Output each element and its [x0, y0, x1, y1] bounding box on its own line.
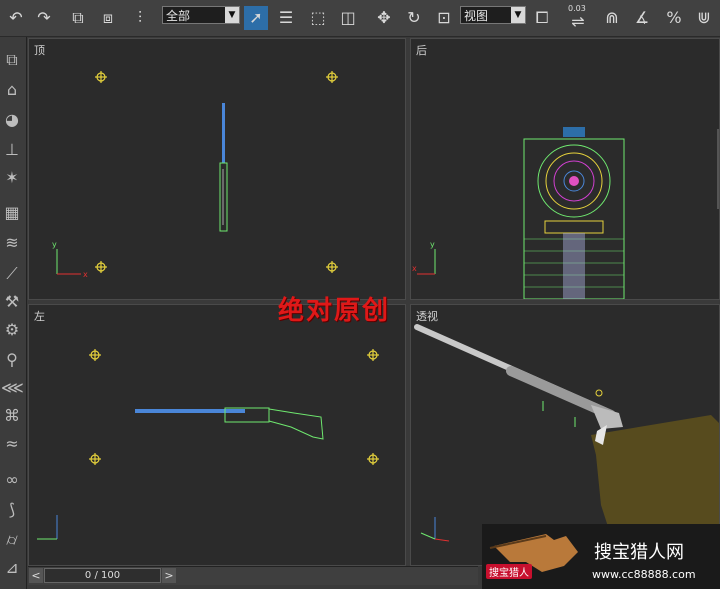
snap-toggle-icon[interactable]: ⋒ [600, 6, 624, 30]
modify-icon[interactable]: ⌂ [1, 79, 23, 101]
reference-coordinate-dropdown[interactable]: 视图 ▼ [460, 6, 526, 24]
select-by-name-icon[interactable]: ☰ [274, 6, 298, 30]
create-icon[interactable]: ⧉ [1, 49, 23, 71]
hammer-icon[interactable]: ⚒ [1, 291, 23, 313]
spinner-snap-icon[interactable]: ⋓ [692, 6, 716, 30]
viewport-top[interactable]: 顶 y x [28, 38, 406, 300]
chevron-down-icon: ▼ [225, 7, 239, 23]
bend-icon[interactable]: ⟆ [1, 499, 23, 521]
svg-text:x: x [83, 270, 88, 279]
selection-filter-value: 全部 [166, 9, 191, 23]
viewport-back[interactable]: 后 y x [410, 38, 720, 300]
time-slider-thumb[interactable]: 0 / 100 [44, 568, 161, 583]
svg-text:x: x [412, 264, 417, 273]
spring-icon[interactable]: ≋ [1, 232, 23, 254]
top-view-scene: y x [52, 71, 338, 279]
back-view-scene: y x [412, 127, 719, 299]
move-icon[interactable]: ✥ [372, 6, 396, 30]
main-toolbar: ↶ ↷ ⧉ ⧈ ⫶ 全部 ▼ ➚ ☰ ⬚ ◫ ✥ ↻ ⊡ 视图 ▼ ⧠ 0.03… [0, 0, 720, 37]
wing-icon[interactable]: ⋘ [1, 377, 24, 399]
logo-badge: 搜宝猎人 [486, 564, 532, 579]
select-manipulate-icon[interactable]: ⇌ [566, 10, 590, 34]
redo-icon[interactable]: ↷ [32, 6, 56, 30]
unlink-selection-icon[interactable]: ⧈ [96, 6, 120, 30]
viewport-left[interactable]: 左 [28, 304, 406, 566]
wave-icon[interactable]: ≈ [1, 433, 23, 455]
selection-filter-dropdown[interactable]: 全部 ▼ [162, 6, 240, 24]
svg-text:y: y [52, 240, 57, 249]
select-object-icon[interactable]: ➚ [244, 6, 268, 30]
gear-icon[interactable]: ⚙ [1, 319, 23, 341]
twist-icon[interactable]: ∞ [1, 469, 23, 491]
chevron-down-icon: ▼ [511, 7, 525, 23]
prev-frame-icon[interactable]: < [29, 568, 43, 583]
display-icon[interactable]: ✶ [1, 167, 23, 189]
hierarchy-icon[interactable]: ◕ [1, 109, 23, 131]
watermark-text: 绝对原创 [278, 296, 391, 326]
window-crossing-icon[interactable]: ◫ [336, 6, 360, 30]
scale-icon[interactable]: ⊡ [432, 6, 456, 30]
rotate-icon[interactable]: ↻ [402, 6, 426, 30]
select-and-link-icon[interactable]: ⧉ [66, 6, 90, 30]
logo-url: www.cc88888.com [592, 568, 696, 581]
brush-icon[interactable]: ⟋ [1, 263, 23, 285]
angle-snap-icon[interactable]: ∡ [630, 6, 654, 30]
percent-snap-icon[interactable]: % [662, 6, 686, 30]
bind-to-space-warp-icon[interactable]: ⫶ [128, 6, 152, 30]
mesh-icon[interactable]: ⌘ [1, 405, 23, 427]
undo-icon[interactable]: ↶ [4, 6, 28, 30]
cylinder-icon[interactable]: ⌭ [1, 529, 23, 551]
motion-icon[interactable]: ⊥ [1, 139, 23, 161]
joint-icon[interactable]: ⚲ [1, 349, 23, 371]
svg-text:y: y [430, 240, 435, 249]
time-slider[interactable]: < 0 / 100 > [28, 566, 478, 585]
rectangular-selection-icon[interactable]: ⬚ [306, 6, 330, 30]
left-view-scene [37, 349, 379, 540]
site-logo: 搜宝猎人 搜宝猎人网 www.cc88888.com [482, 524, 720, 589]
pivot-point-icon[interactable]: ⧠ [530, 6, 554, 30]
next-frame-icon[interactable]: > [162, 568, 176, 583]
logo-title: 搜宝猎人网 [594, 542, 684, 563]
taper-icon[interactable]: ⊿ [1, 557, 23, 579]
reference-coordinate-value: 视图 [464, 9, 489, 23]
utilities-icon[interactable]: ▦ [1, 202, 23, 224]
left-command-toolbar: ⧉ ⌂ ◕ ⊥ ✶ ▦ ≋ ⟋ ⚒ ⚙ ⚲ ⋘ ⌘ ≈ ∞ ⟆ ⌭ ⊿ [0, 37, 27, 589]
